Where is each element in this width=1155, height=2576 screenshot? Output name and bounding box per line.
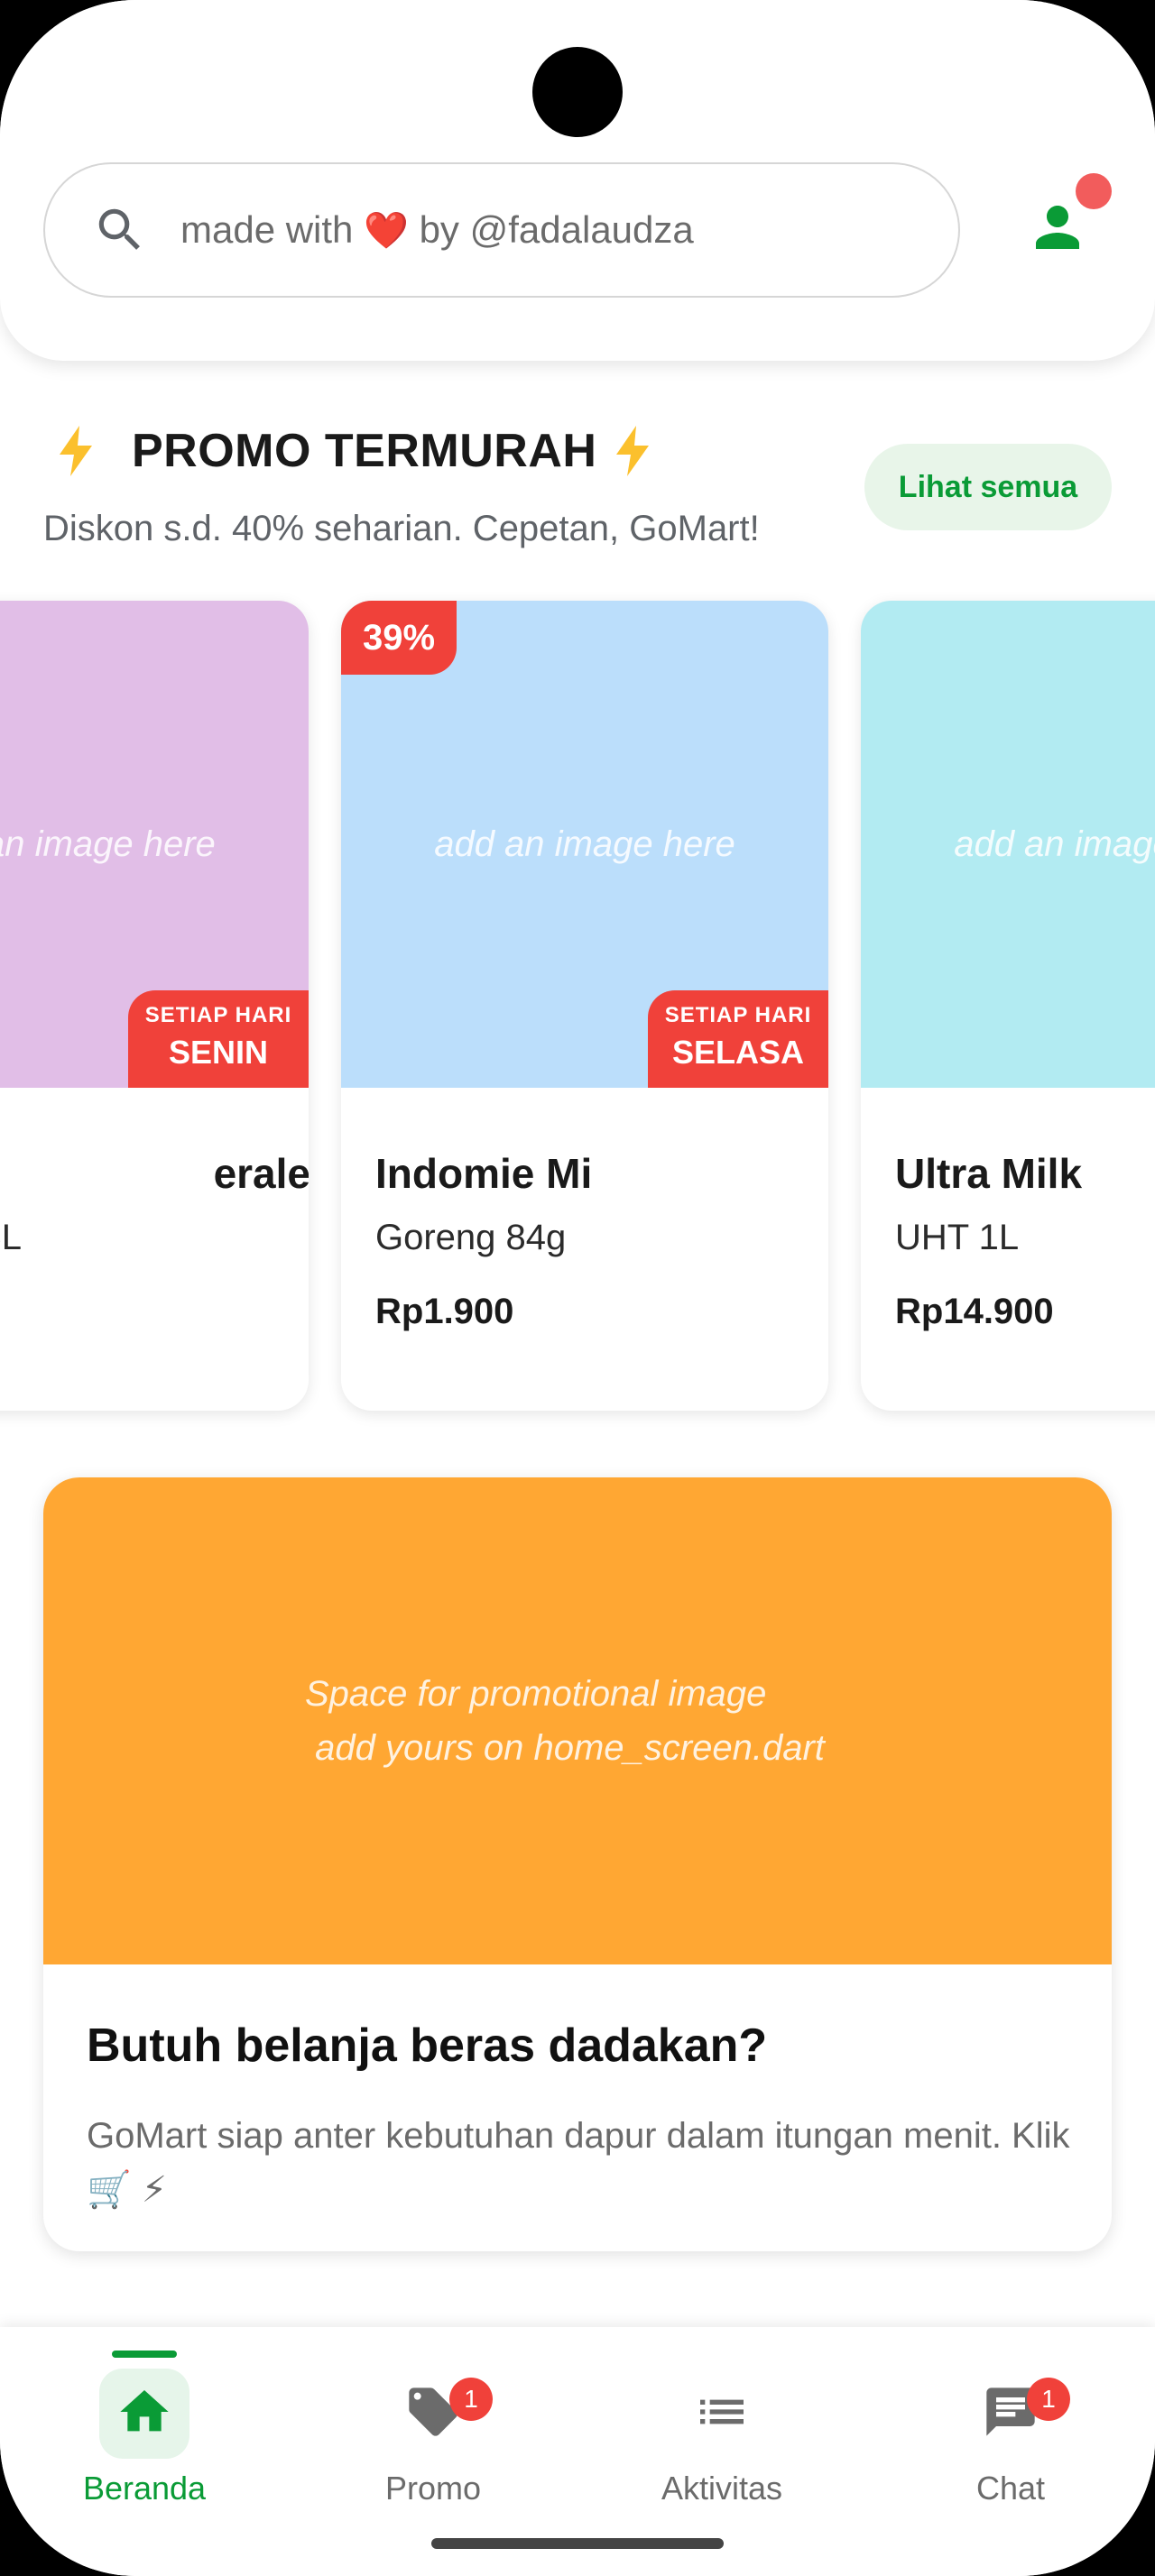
- product-name: erale: [213, 1150, 309, 1197]
- banner-image-placeholder: Space for promotional image add yours on…: [43, 1477, 1112, 1964]
- day-badge-day: SENIN: [168, 1034, 269, 1071]
- promo-badge: 1: [449, 2378, 493, 2421]
- search-bar[interactable]: made with ❤️ by @fadalaudza: [43, 162, 960, 298]
- banner-text: GoMart siap anter kebutuhan dapur dalam …: [87, 2116, 1070, 2210]
- promo-title: PROMO TERMURAH: [132, 425, 597, 477]
- nav-label: Promo: [384, 2470, 482, 2507]
- search-icon: [98, 208, 140, 250]
- product-card[interactable]: add an image here Ultra Milk UHT 1L Rp14…: [861, 601, 1155, 1411]
- nav-item-chat[interactable]: 1 Chat: [866, 2327, 1155, 2507]
- discount-badge: 39%: [341, 601, 457, 675]
- home-icon: [120, 2390, 169, 2432]
- product-desc: Goreng 84g: [375, 1218, 567, 1257]
- banner-image-text: Space for promotional image add yours on…: [305, 1674, 825, 1768]
- promo-banner[interactable]: Space for promotional image add yours on…: [43, 1477, 1112, 2251]
- day-badge: SETIAP HARI SELASA: [648, 990, 828, 1088]
- promo-subtitle: Diskon s.d. 40% seharian. Cepetan, GoMar…: [43, 509, 760, 548]
- home-content: PROMO TERMURAH Diskon s.d. 40% seharian.…: [0, 361, 1155, 2327]
- product-image-placeholder: add an image here: [861, 601, 1155, 1088]
- profile-icon[interactable]: [1025, 195, 1090, 260]
- nav-item-beranda[interactable]: Beranda: [0, 2327, 289, 2507]
- product-price: Rp14.900: [895, 1292, 1054, 1331]
- notification-dot: [1076, 173, 1112, 209]
- nav-label: Chat: [975, 2470, 1046, 2507]
- day-badge-label: SETIAP HARI: [144, 1003, 292, 1027]
- phone-screen: made with ❤️ by @fadalaudza PROMO TERMUR…: [0, 0, 1155, 2576]
- product-price: Rp1.900: [375, 1292, 514, 1331]
- nav-label: Beranda: [82, 2470, 207, 2507]
- gesture-home-bar[interactable]: [431, 2538, 724, 2549]
- list-icon: [700, 2399, 744, 2424]
- active-indicator: [112, 2351, 177, 2358]
- day-badge-label: SETIAP HARI: [664, 1003, 812, 1027]
- nav-item-aktivitas[interactable]: Aktivitas: [578, 2327, 866, 2507]
- search-placeholder: made with ❤️ by @fadalaudza: [180, 208, 694, 252]
- chat-badge: 1: [1027, 2378, 1070, 2421]
- search-placeholder-prefix: made with: [180, 208, 354, 251]
- product-name: Ultra Milk: [895, 1150, 1083, 1197]
- nav-item-promo[interactable]: 1 Promo: [289, 2327, 578, 2507]
- banner-title: Butuh belanja beras dadakan?: [87, 2019, 768, 2072]
- search-placeholder-suffix: by @fadalaudza: [419, 208, 694, 251]
- see-all-button[interactable]: Lihat semua: [864, 444, 1112, 530]
- camera-cutout: [532, 47, 623, 137]
- lightning-icon: [60, 426, 92, 476]
- nav-label: Aktivitas: [661, 2470, 783, 2507]
- product-desc: 5L: [0, 1218, 22, 1257]
- product-card[interactable]: add an image here SETIAP HARI SENIN eral…: [0, 601, 309, 1411]
- day-badge: SETIAP HARI SENIN: [128, 990, 309, 1088]
- heart-emoji: ❤️: [364, 211, 409, 251]
- image-placeholder-text: add an image here: [954, 823, 1155, 864]
- day-badge-day: SELASA: [671, 1034, 805, 1071]
- product-desc: UHT 1L: [895, 1218, 1020, 1257]
- product-card[interactable]: add an image here 39% SETIAP HARI SELASA…: [341, 601, 828, 1411]
- product-name: Indomie Mi: [375, 1150, 593, 1197]
- app-header: made with ❤️ by @fadalaudza: [0, 0, 1155, 361]
- lightning-icon: [616, 426, 650, 476]
- image-placeholder-text: add an image here: [434, 823, 735, 864]
- promo-header: PROMO TERMURAH: [54, 424, 654, 478]
- image-placeholder-text: add an image here: [0, 823, 216, 864]
